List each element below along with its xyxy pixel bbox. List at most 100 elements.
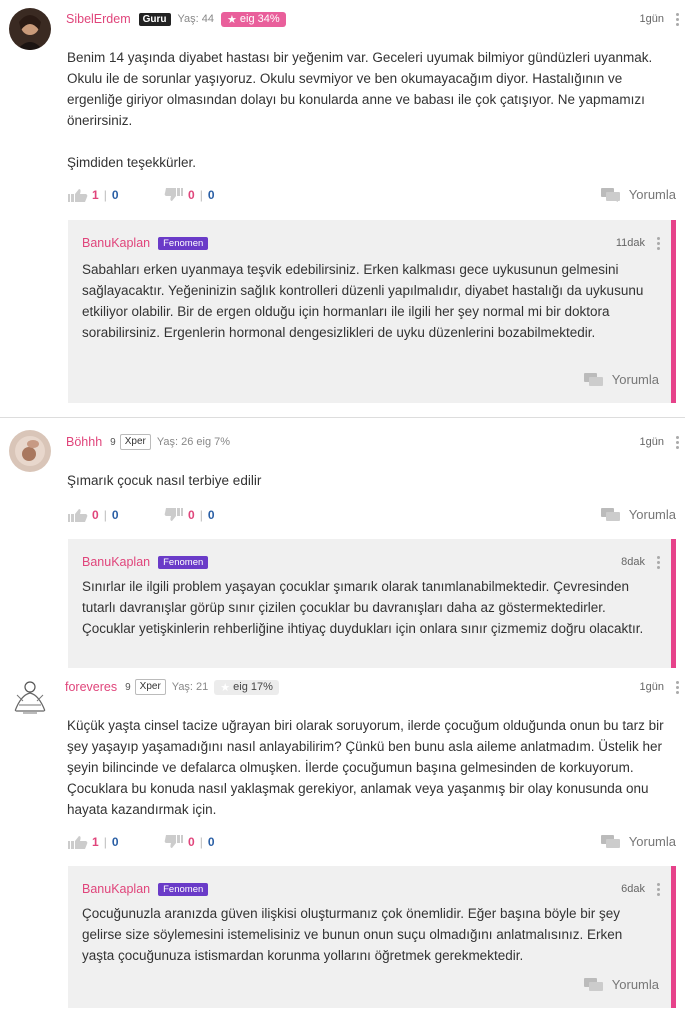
vote-separator: | <box>199 508 203 522</box>
reply-header: BanuKaplan Fenomen 8dak <box>82 553 661 571</box>
avatar[interactable] <box>9 675 51 717</box>
comment-icon <box>583 372 603 386</box>
vote-separator: | <box>103 835 107 849</box>
thumbs-down-icon[interactable] <box>164 508 184 522</box>
reply-header: BanuKaplan Fenomen 6dak <box>82 880 661 898</box>
reply-username[interactable]: BanuKaplan <box>82 236 150 250</box>
reply-time: 6dak <box>621 883 645 895</box>
xper-level: 9 <box>110 436 116 448</box>
thumbs-up-icon[interactable] <box>68 188 88 202</box>
guru-badge: Guru <box>138 12 171 26</box>
question-text: Benim 14 yaşında diyabet hastası bir yeğ… <box>67 50 653 170</box>
upvote-negative-count: 0 <box>111 835 119 849</box>
thumbs-up-icon[interactable] <box>68 508 88 522</box>
thumbs-down-icon[interactable] <box>164 835 184 849</box>
upvote-negative-count: 0 <box>111 188 119 202</box>
downvote-negative-count: 0 <box>207 508 215 522</box>
downvote-positive-count: 0 <box>188 508 195 522</box>
vote-separator: | <box>199 835 203 849</box>
comment-label: Yorumla <box>628 834 676 849</box>
reply-username[interactable]: BanuKaplan <box>82 555 150 569</box>
eig-badge: ★ eig 17% <box>214 679 279 695</box>
question-text: Küçük yaşta cinsel tacize uğrayan biri o… <box>67 718 664 817</box>
avatar[interactable] <box>9 430 51 472</box>
comment-label: Yorumla <box>611 372 659 387</box>
comment-icon <box>600 187 620 202</box>
more-options-icon[interactable] <box>655 882 661 896</box>
post-header: foreveres 9 Xper Yaş: 21 ★ eig 17% 1gün <box>65 677 680 697</box>
avatar[interactable] <box>9 8 51 50</box>
downvote-negative-count: 0 <box>207 188 215 202</box>
comment-label: Yorumla <box>628 507 676 522</box>
upvote-negative-count: 0 <box>111 508 119 522</box>
username[interactable]: SibelErdem <box>66 12 131 26</box>
reply-header: BanuKaplan Fenomen 11dak <box>82 234 661 252</box>
reply-text: Sabahları erken uyanmaya teşvik edebilir… <box>82 262 644 340</box>
more-options-icon[interactable] <box>674 435 680 449</box>
question-post: Böhhh 9 Xper Yaş: 26 eig 7% 1gün Şımarık … <box>0 418 690 668</box>
username[interactable]: Böhhh <box>66 435 102 449</box>
age-text: Yaş: 44 <box>177 13 215 25</box>
comment-button[interactable]: Yorumla <box>600 507 676 522</box>
xper-badge: 9 Xper <box>110 434 151 450</box>
comment-button[interactable]: Yorumla <box>600 834 676 849</box>
downvote-positive-count: 0 <box>188 835 195 849</box>
vote-separator: | <box>103 508 107 522</box>
reply-username[interactable]: BanuKaplan <box>82 882 150 896</box>
vote-bar: 1 | 0 0 | 0 <box>68 186 260 204</box>
reply-text: Sınırlar ile ilgili problem yaşayan çocu… <box>82 579 644 636</box>
more-options-icon[interactable] <box>674 680 680 694</box>
post-time: 1gün <box>639 681 664 693</box>
thumbs-up-icon[interactable] <box>68 835 88 849</box>
thumbs-down-icon[interactable] <box>164 188 184 202</box>
age-eig-text: Yaş: 26 eig 7% <box>156 436 231 448</box>
more-options-icon[interactable] <box>674 12 680 26</box>
reply-time: 8dak <box>621 556 645 568</box>
reply-time: 11dak <box>615 237 645 249</box>
vote-bar: 0 | 0 0 | 0 <box>68 506 260 524</box>
question-text: Şımarık çocuk nasıl terbiye edilir <box>67 473 262 488</box>
downvote-positive-count: 0 <box>188 188 195 202</box>
eig-badge: ★ eig 34% <box>221 11 286 27</box>
xper-label: Xper <box>119 434 151 450</box>
post-header: SibelErdem Guru Yaş: 44 ★ eig 34% 1gün <box>66 9 680 29</box>
xper-level: 9 <box>125 681 131 693</box>
post-time: 1gün <box>639 436 664 448</box>
reply-comment-button[interactable]: Yorumla <box>583 977 659 992</box>
reply-card: BanuKaplan Fenomen 6dak Çocuğunuzla aran… <box>68 866 676 1008</box>
downvote-negative-count: 0 <box>207 835 215 849</box>
star-icon: ★ <box>227 13 237 26</box>
xper-badge: 9 Xper <box>125 679 166 695</box>
xper-label: Xper <box>134 679 166 695</box>
upvote-positive-count: 1 <box>92 835 99 849</box>
fenomen-badge: Fenomen <box>158 882 209 896</box>
fenomen-badge: Fenomen <box>158 555 209 569</box>
upvote-positive-count: 1 <box>92 188 99 202</box>
comment-icon <box>583 977 603 991</box>
username[interactable]: foreveres <box>65 680 117 694</box>
vote-separator: | <box>199 188 203 202</box>
star-icon: ★ <box>220 681 231 694</box>
reply-card: BanuKaplan Fenomen 8dak Sınırlar ile ilg… <box>68 539 676 668</box>
comment-label: Yorumla <box>611 977 659 992</box>
vote-bar: 1 | 0 0 | 0 <box>68 833 260 851</box>
question-post: SibelErdem Guru Yaş: 44 ★ eig 34% 1gün Be… <box>0 0 690 410</box>
reply-comment-button[interactable]: Yorumla <box>583 372 659 387</box>
upvote-positive-count: 0 <box>92 508 99 522</box>
vote-separator: | <box>103 188 107 202</box>
eig-text: eig 17% <box>233 681 273 693</box>
comment-icon <box>600 834 620 848</box>
comment-icon <box>600 507 620 521</box>
post-header: Böhhh 9 Xper Yaş: 26 eig 7% 1gün <box>66 432 680 452</box>
age-text: Yaş: 21 <box>171 681 209 693</box>
reply-text: Çocuğunuzla aranızda güven ilişkisi oluş… <box>82 906 623 963</box>
more-options-icon[interactable] <box>655 236 661 250</box>
post-time: 1gün <box>639 13 664 25</box>
fenomen-badge: Fenomen <box>158 236 209 250</box>
more-options-icon[interactable] <box>655 555 661 569</box>
comment-label: Yorumla <box>628 187 676 202</box>
question-post: foreveres 9 Xper Yaş: 21 ★ eig 17% 1gün Kü… <box>0 670 690 1020</box>
comment-button[interactable]: Yorumla <box>600 187 676 202</box>
eig-text: eig 34% <box>239 13 280 25</box>
reply-card: BanuKaplan Fenomen 11dak Sabahları erken… <box>68 220 676 403</box>
